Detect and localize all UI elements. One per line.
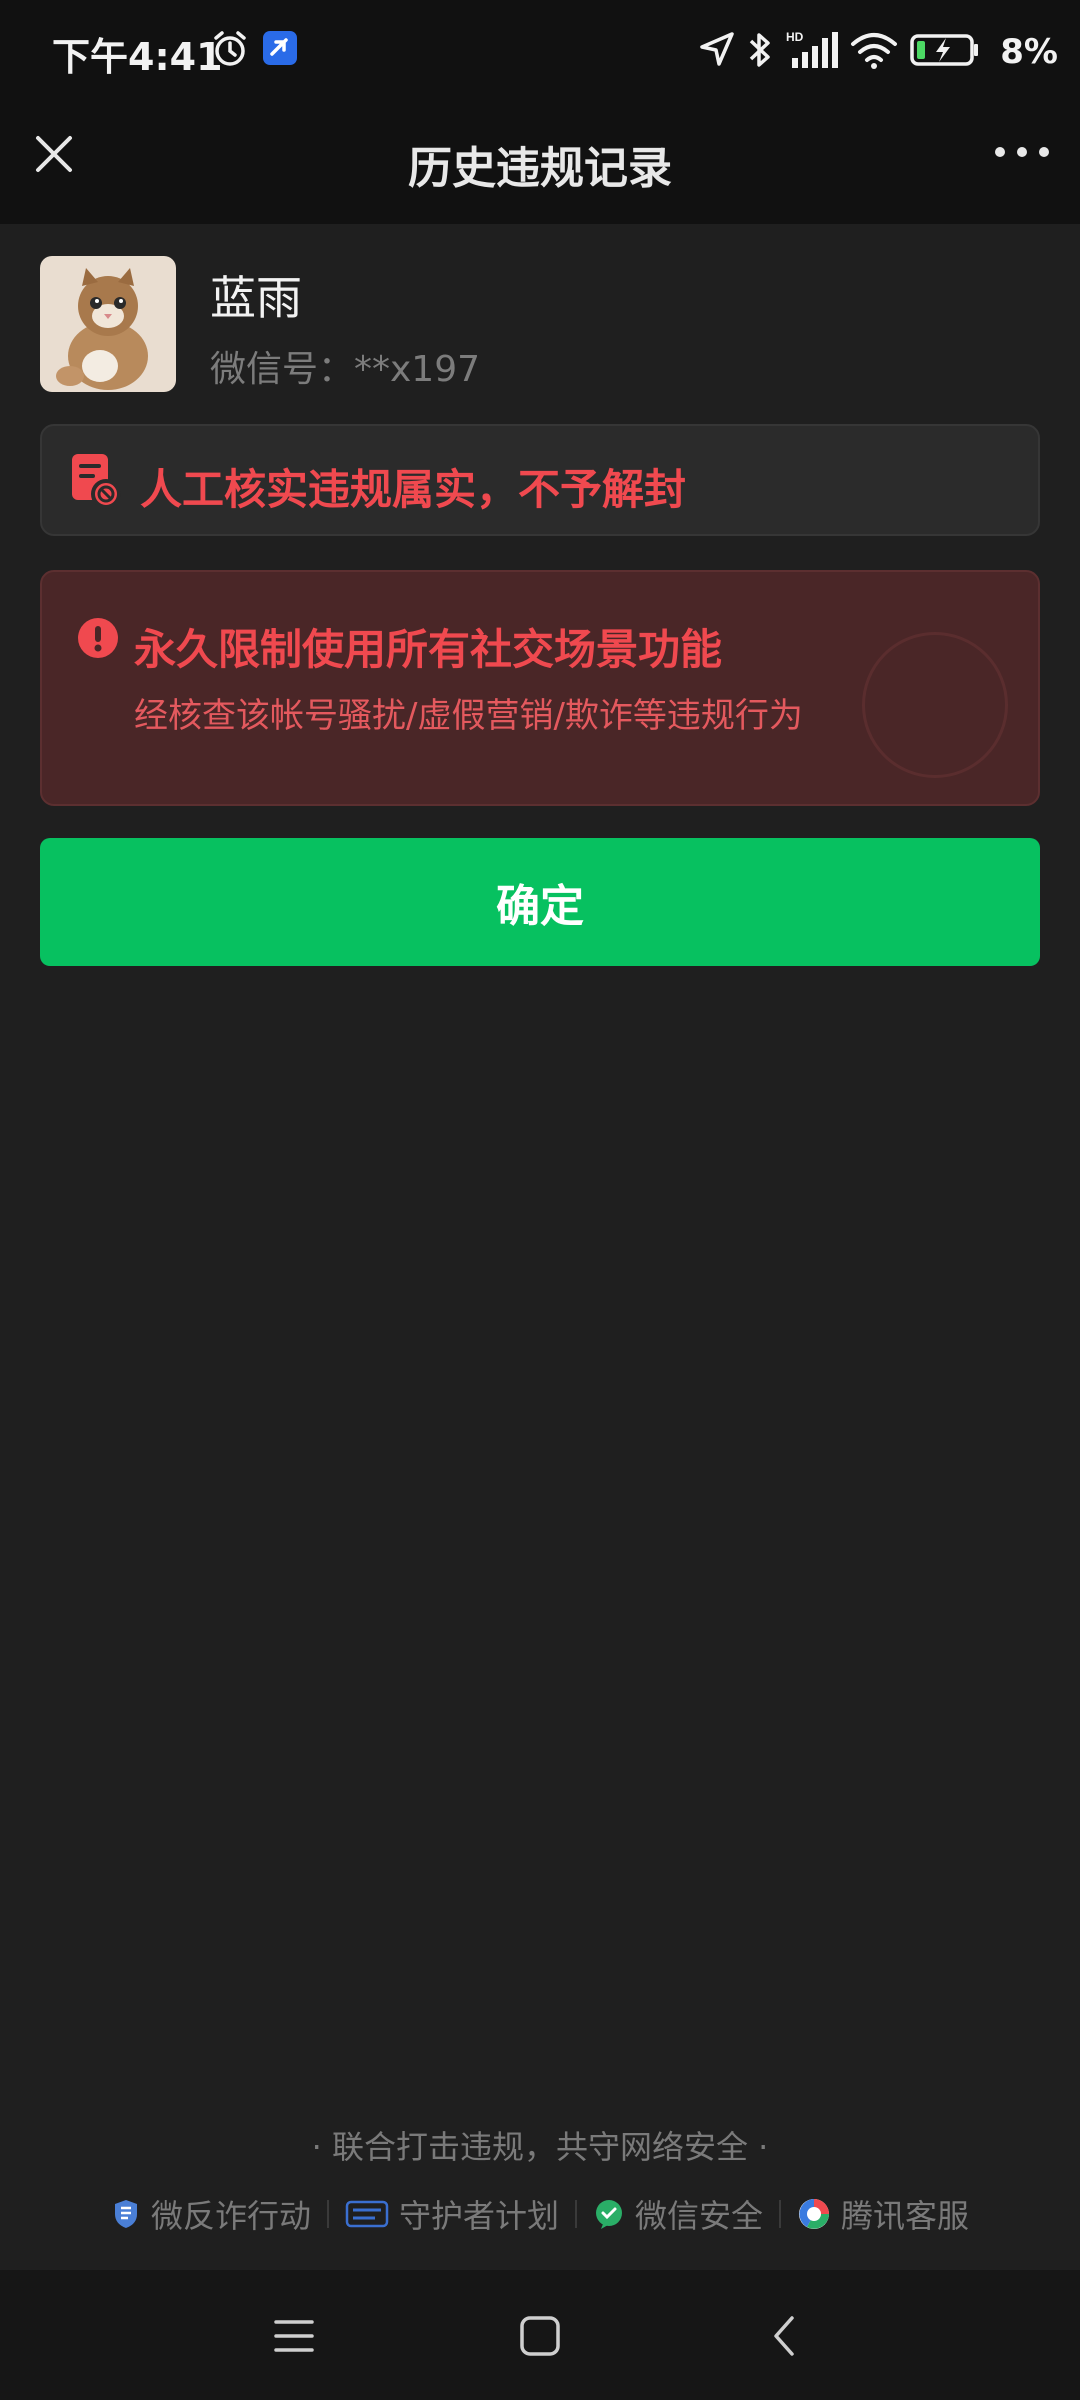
alarm-icon <box>214 31 246 66</box>
cat-avatar-image <box>40 256 176 392</box>
wifi-icon <box>851 33 897 69</box>
guardian-plan-icon <box>345 2200 389 2228</box>
battery-charging-icon <box>910 34 978 66</box>
battery-level: 8% <box>1000 32 1058 72</box>
footer-link-wechat-security[interactable]: 微信安全 <box>577 2191 779 2237</box>
stamp-watermark <box>862 632 1008 778</box>
review-result-card: 人工核实违规属实，不予解封 <box>40 424 1040 536</box>
footer-link-guardian[interactable]: 守护者计划 <box>329 2191 575 2237</box>
more-icon[interactable] <box>992 132 1052 172</box>
restriction-description: 经核查该帐号骚扰/虚假营销/欺诈等违规行为 <box>134 696 803 736</box>
footer-link-tencent-service[interactable]: 腾讯客服 <box>781 2191 985 2237</box>
footer-link-label: 微反诈行动 <box>150 2197 311 2235</box>
tencent-service-icon <box>799 2199 830 2229</box>
signal-icon: HD <box>786 30 838 68</box>
footer-link-label: 守护者计划 <box>398 2197 559 2235</box>
restriction-card: 永久限制使用所有社交场景功能 经核查该帐号骚扰/虚假营销/欺诈等违规行为 <box>40 570 1040 806</box>
menu-icon[interactable] <box>270 2314 318 2358</box>
footer-links: 微反诈行动 守护者计划 微信安全 腾讯客服 <box>0 2190 1080 2238</box>
system-nav-bar <box>0 2270 1080 2400</box>
footer-link-anti-fraud[interactable]: 微反诈行动 <box>95 2191 327 2237</box>
app-notification-icon <box>263 31 297 65</box>
anti-fraud-icon <box>114 2200 137 2228</box>
back-icon[interactable] <box>762 2314 810 2358</box>
alert-icon <box>78 618 118 658</box>
location-icon <box>700 32 734 66</box>
bluetooth-icon <box>749 33 770 67</box>
svg-text:HD: HD <box>786 30 804 44</box>
status-time: 下午4:41 <box>52 35 223 79</box>
avatar <box>40 256 176 392</box>
restriction-title: 永久限制使用所有社交场景功能 <box>134 625 723 674</box>
nav-bar: 历史违规记录 <box>0 100 1080 224</box>
nickname: 蓝雨 <box>210 271 302 325</box>
document-ban-icon <box>72 454 121 509</box>
review-result-text: 人工核实违规属实，不予解封 <box>140 465 687 514</box>
confirm-button[interactable]: 确定 <box>40 838 1040 966</box>
wechat-id: 微信号：**x197 <box>210 349 481 390</box>
footer-slogan: · 联合打击违规，共守网络安全 · <box>311 2128 769 2166</box>
footer-link-label: 腾讯客服 <box>841 2197 970 2235</box>
home-icon[interactable] <box>516 2314 564 2358</box>
footer-link-label: 微信安全 <box>635 2197 764 2235</box>
wechat-security-icon <box>596 2200 622 2229</box>
status-bar: 下午4:41 HD 8% <box>0 0 1080 100</box>
page-title: 历史违规记录 <box>408 143 672 194</box>
